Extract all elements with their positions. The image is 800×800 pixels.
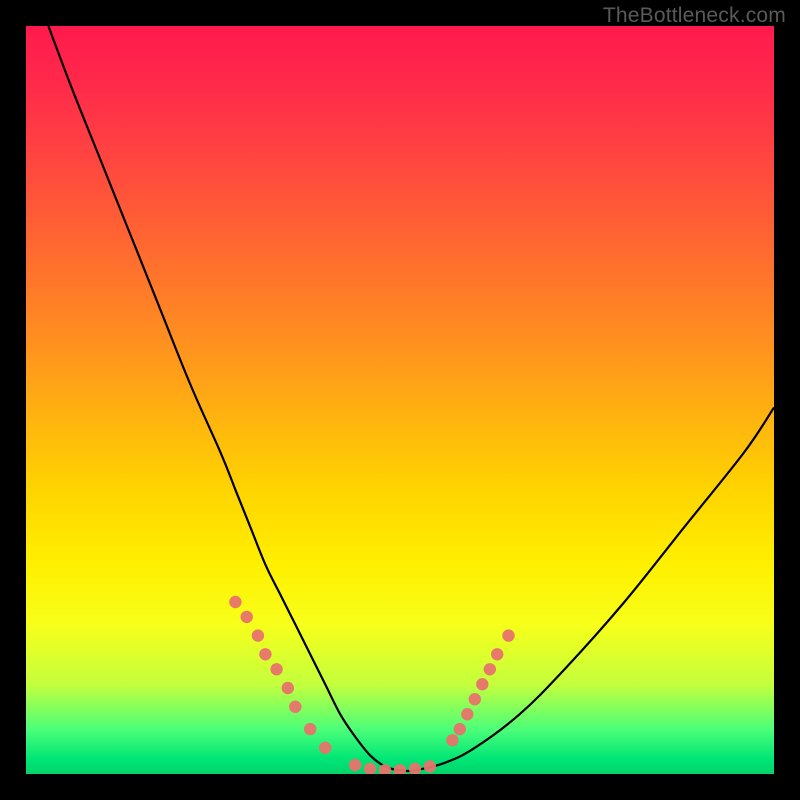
data-marker xyxy=(282,682,294,694)
data-marker xyxy=(446,734,458,746)
data-marker xyxy=(409,763,421,774)
data-marker xyxy=(491,648,503,660)
data-markers xyxy=(229,596,515,774)
data-marker xyxy=(394,764,406,774)
data-marker xyxy=(259,648,271,660)
data-marker xyxy=(319,742,331,754)
data-marker xyxy=(270,663,282,675)
bottleneck-curve-svg xyxy=(26,26,774,774)
data-marker xyxy=(484,663,496,675)
watermark-text: TheBottleneck.com xyxy=(603,4,786,28)
bottleneck-curve xyxy=(48,26,774,771)
data-marker xyxy=(502,629,514,641)
data-marker xyxy=(469,693,481,705)
data-marker xyxy=(289,701,301,713)
data-marker xyxy=(379,764,391,774)
data-marker xyxy=(349,759,361,771)
data-marker xyxy=(454,723,466,735)
data-marker xyxy=(476,678,488,690)
chart-frame: TheBottleneck.com xyxy=(0,0,800,800)
plot-area xyxy=(26,26,774,774)
data-marker xyxy=(424,760,436,772)
data-marker xyxy=(241,611,253,623)
data-marker xyxy=(252,629,264,641)
data-marker xyxy=(461,708,473,720)
data-marker xyxy=(304,723,316,735)
data-marker xyxy=(364,763,376,774)
data-marker xyxy=(229,596,241,608)
